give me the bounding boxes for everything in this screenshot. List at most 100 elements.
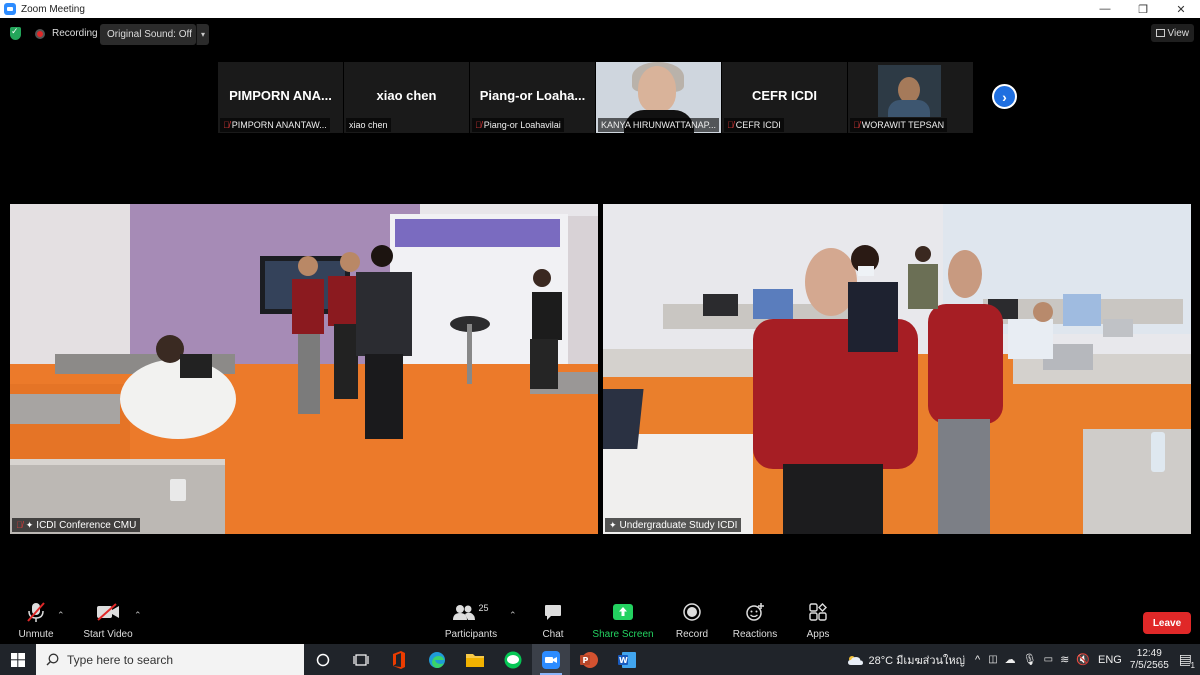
system-tray: 28°C มีเมฆส่วนใหญ่ ^ ◫ ☁ 🎙 ▭ ≋ 🔇 ENG 12:…	[846, 644, 1200, 675]
cortana-icon[interactable]	[304, 644, 342, 675]
notification-center-icon[interactable]: ▤ 1	[1179, 651, 1196, 670]
share-screen-icon	[590, 600, 656, 624]
language-indicator[interactable]: ENG	[1098, 654, 1122, 666]
view-button[interactable]: View	[1150, 24, 1194, 42]
chat-label: Chat	[542, 629, 564, 640]
mic-muted-icon: 🎙̸	[853, 120, 860, 130]
participant-name-tag: 🎙̸ PIMPORN ANANTAW...	[220, 118, 330, 132]
apps-button[interactable]: Apps	[798, 600, 838, 640]
participant-name-tag: 🎙̸ CEFR ICDI	[724, 118, 784, 132]
participant-name-tag: xiao chen	[346, 118, 391, 132]
tray-overflow-chevron-icon[interactable]: ^	[975, 654, 980, 666]
taskbar-search-box[interactable]: Type here to search	[36, 644, 304, 675]
powerpoint-icon[interactable]: P	[570, 644, 608, 675]
chat-icon	[532, 600, 574, 624]
participant-thumbnail[interactable]: Piang-or Loaha... 🎙̸ Piang-or Loahavilai	[470, 62, 595, 133]
participant-thumbnail-video[interactable]: 🎙̸ WORAWIT TEPSAN	[848, 62, 973, 133]
speaker-muted-icon[interactable]: 🔇	[1076, 653, 1090, 666]
minimize-button[interactable]: —	[1086, 0, 1124, 18]
weather-cloud-icon	[847, 655, 863, 665]
participant-name: WORAWIT TEPSAN	[861, 120, 945, 130]
participant-display-name: PIMPORN ANA...	[229, 88, 332, 103]
share-screen-label: Share Screen	[592, 629, 654, 640]
participants-label: Participants	[444, 629, 498, 640]
original-sound-button[interactable]: Original Sound: Off	[100, 24, 196, 45]
record-button[interactable]: Record	[670, 600, 714, 640]
windows-start-icon[interactable]	[0, 644, 36, 675]
video-off-icon	[80, 600, 136, 624]
main-video-tile[interactable]: 🎙̸ ✦ ICDI Conference CMU	[10, 204, 598, 534]
word-icon[interactable]: W	[608, 644, 646, 675]
search-icon	[46, 653, 59, 666]
participant-name-tag: KANYA HIRUNWATTANAP...	[598, 118, 720, 132]
chat-button[interactable]: Chat	[532, 600, 574, 640]
unmute-button[interactable]: Unmute	[14, 600, 58, 640]
participants-count: 25	[478, 603, 489, 613]
zoom-app-taskbar-icon[interactable]	[532, 644, 570, 675]
mic-muted-icon: 🎙̸	[223, 120, 230, 130]
edge-browser-icon[interactable]	[418, 644, 456, 675]
view-label: View	[1167, 27, 1190, 39]
reactions-button[interactable]: Reactions	[728, 600, 782, 640]
restore-button[interactable]: ❐	[1124, 0, 1162, 18]
pin-icon: ✦	[609, 519, 617, 530]
participant-thumbnail[interactable]: xiao chen xiao chen	[344, 62, 469, 133]
reactions-label: Reactions	[732, 629, 778, 640]
recording-icon	[35, 29, 45, 39]
participant-display-name: Piang-or Loaha...	[479, 88, 586, 103]
original-sound-dropdown[interactable]: ▾	[196, 24, 209, 45]
line-app-icon[interactable]	[494, 644, 532, 675]
participants-button[interactable]: 25 Participants	[442, 600, 500, 640]
file-explorer-icon[interactable]	[456, 644, 494, 675]
wifi-icon[interactable]: ≋	[1060, 653, 1069, 666]
conference-room-video-image	[10, 204, 598, 534]
svg-text:W: W	[619, 656, 628, 665]
main-video-tile[interactable]: ✦ Undergraduate Study ICDI	[603, 204, 1191, 534]
share-screen-button[interactable]: Share Screen	[590, 600, 656, 640]
leave-button[interactable]: Leave	[1143, 612, 1191, 634]
task-view-icon[interactable]	[342, 644, 380, 675]
windows-taskbar: Type here to search P W 28°C มีเมฆส่วนให…	[0, 644, 1200, 675]
video-options-caret-icon[interactable]: ⌃	[134, 610, 142, 621]
weather-text[interactable]: 28°C มีเมฆส่วนใหญ่	[869, 651, 965, 669]
mic-muted-icon: 🎙̸	[727, 120, 734, 130]
security-shield-icon[interactable]	[10, 26, 21, 40]
mic-muted-icon	[14, 600, 58, 624]
next-page-arrow-icon[interactable]: ›	[992, 84, 1017, 109]
search-placeholder: Type here to search	[67, 652, 174, 667]
close-button[interactable]: ✕	[1162, 0, 1200, 18]
grid-view-icon	[1155, 29, 1165, 37]
clock-date: 7/5/2565	[1129, 659, 1169, 671]
video-participant-name: ICDI Conference CMU	[36, 519, 137, 531]
record-label: Record	[675, 629, 709, 640]
participant-name: Piang-or Loahavilai	[483, 120, 561, 130]
participant-thumbnail-video[interactable]: KANYA HIRUNWATTANAP...	[596, 62, 721, 133]
battery-icon[interactable]: ▭	[1044, 654, 1053, 665]
participant-thumbnail[interactable]: CEFR ICDI 🎙̸ CEFR ICDI	[722, 62, 847, 133]
participants-options-caret-icon[interactable]: ⌃	[509, 610, 517, 621]
audio-options-caret-icon[interactable]: ⌃	[57, 610, 65, 621]
onedrive-cloud-icon[interactable]: ☁	[1005, 653, 1016, 666]
mic-muted-icon: 🎙̸	[475, 120, 482, 130]
office-app-icon[interactable]	[380, 644, 418, 675]
taskbar-clock[interactable]: 12:49 7/5/2565	[1130, 648, 1169, 672]
svg-text:P: P	[583, 656, 589, 665]
window-titlebar: Zoom Meeting — ❐ ✕	[0, 0, 1200, 18]
participants-icon	[453, 605, 476, 620]
participant-display-name: xiao chen	[376, 88, 437, 103]
tray-app-icon[interactable]: ◫	[988, 654, 997, 665]
window-title: Zoom Meeting	[21, 3, 85, 15]
video-name-tag: ✦ Undergraduate Study ICDI	[605, 518, 742, 532]
record-icon	[670, 600, 714, 624]
meeting-toolbar: Unmute ⌃ Start Video ⌃ 25 Participants ⌃…	[0, 600, 1200, 644]
notification-count: 1	[1189, 661, 1196, 670]
start-video-button[interactable]: Start Video	[80, 600, 136, 640]
recording-label: Recording	[52, 28, 98, 39]
participant-name: CEFR ICDI	[735, 120, 781, 130]
pin-icon: ✦	[25, 519, 34, 530]
reactions-emoji-icon	[728, 600, 782, 624]
clock-time: 12:49	[1136, 647, 1162, 659]
participant-thumbnail[interactable]: PIMPORN ANA... 🎙̸ PIMPORN ANANTAW...	[218, 62, 343, 133]
microphone-icon[interactable]: 🎙	[1023, 653, 1037, 666]
participant-name: PIMPORN ANANTAW...	[231, 120, 327, 130]
